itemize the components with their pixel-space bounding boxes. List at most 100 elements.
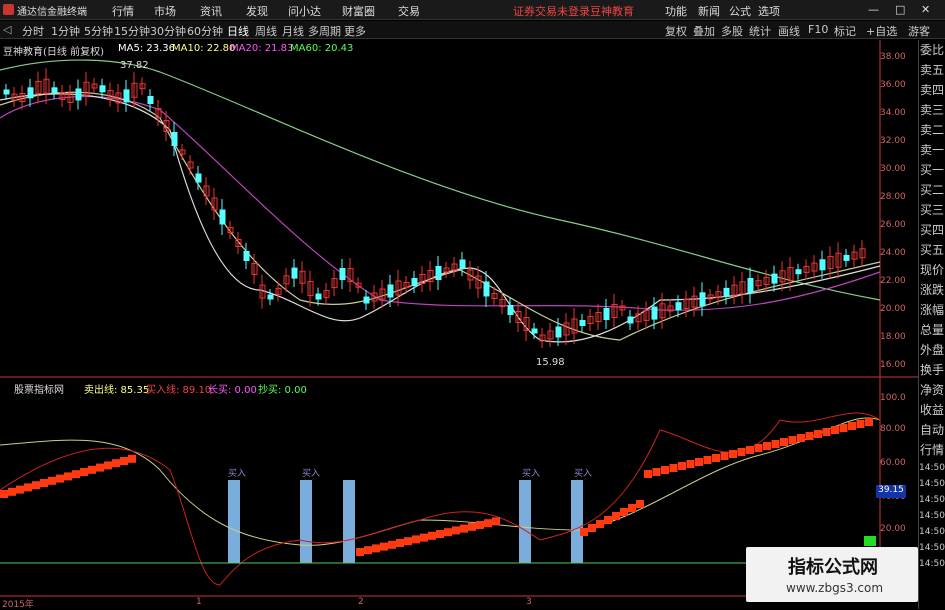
candle-body: [675, 302, 682, 311]
candle-body: [3, 89, 10, 95]
buy-line-label: 买入线: 89.10: [146, 385, 212, 396]
side-label[interactable]: 现价: [919, 260, 945, 280]
candle-body: [243, 251, 250, 261]
side-label[interactable]: 收益: [919, 400, 945, 420]
candle-body: [315, 293, 322, 300]
indicator-block: [460, 524, 468, 533]
indicator-block: [356, 548, 364, 556]
side-label[interactable]: 卖四: [919, 80, 945, 100]
indicator-block: [80, 468, 88, 476]
ma10-line: [0, 91, 881, 341]
candle-body: [843, 254, 850, 261]
indicator-block: [865, 418, 873, 426]
side-label[interactable]: 总量: [919, 320, 945, 340]
ind-tick: 80.00: [880, 424, 906, 434]
indicator-block: [492, 517, 500, 526]
buy-signal: 买入: [574, 469, 593, 479]
candle-body: [147, 96, 154, 104]
side-label[interactable]: 卖二: [919, 120, 945, 140]
time-label: 14:50: [919, 463, 945, 473]
candle-body: [819, 259, 826, 271]
indicator-block: [56, 474, 64, 483]
candle-body: [531, 328, 538, 334]
side-label[interactable]: 外盘: [919, 340, 945, 360]
time-label: 14:50: [919, 511, 945, 521]
indicator-block: [703, 456, 712, 464]
indicator-block: [404, 537, 412, 546]
date-label: 2: [358, 597, 364, 607]
indicator-block: [763, 442, 771, 450]
indicator-block: [856, 420, 865, 428]
indicator-block: [686, 460, 695, 468]
side-label[interactable]: 买三: [919, 200, 945, 220]
side-label[interactable]: 行情: [919, 440, 945, 460]
green-marker: [864, 536, 876, 546]
candle-body: [291, 267, 298, 279]
side-label[interactable]: 涨幅: [919, 300, 945, 320]
side-label[interactable]: 卖一: [919, 140, 945, 160]
side-label[interactable]: 卖三: [919, 100, 945, 120]
watermark: 指标公式网 www.zbgs3.com: [746, 547, 918, 602]
watermark-title: 指标公式网: [788, 557, 878, 578]
buy-signal-bar: [571, 480, 583, 563]
date-label: 2015年: [2, 600, 34, 610]
buy-signal: 买入: [522, 469, 541, 479]
buy-signal: 买入: [228, 469, 247, 479]
indicator-block: [24, 483, 32, 492]
indicator-block: [797, 434, 805, 442]
candle-body: [195, 173, 202, 183]
indicator-block: [604, 516, 612, 524]
indicator-block: [729, 450, 737, 458]
indicator-block: [754, 444, 763, 452]
indicator-block: [388, 540, 396, 549]
indicator-block: [814, 430, 822, 438]
side-label[interactable]: 换手: [919, 360, 945, 380]
price-tick: 34.00: [880, 108, 906, 118]
quote-side-panel: 委比 卖五 卖四 卖三 卖二 卖一 买一 买二 买三 买四 买五 现价 涨跌 涨…: [918, 40, 945, 609]
indicator-block: [661, 466, 669, 474]
indicator-block: [652, 468, 661, 476]
indicator-block: [364, 546, 372, 555]
indicator-block: [831, 426, 839, 434]
side-label[interactable]: 买四: [919, 220, 945, 240]
indicator-block: [0, 490, 8, 498]
indicator-block: [40, 479, 48, 487]
side-label[interactable]: 涨跌: [919, 280, 945, 300]
close-button[interactable]: ✕: [921, 3, 930, 16]
indicator-name[interactable]: 股票指标网: [14, 381, 64, 396]
indicator-block: [720, 452, 729, 460]
candle-body: [27, 87, 34, 99]
price-tick: 22.00: [880, 276, 906, 286]
indicator-block: [596, 520, 604, 528]
indicator-block: [48, 476, 56, 485]
indicator-block: [436, 530, 444, 538]
indicator-block: [468, 522, 476, 531]
indicator-block: [128, 454, 136, 463]
side-label[interactable]: 卖五: [919, 60, 945, 80]
price-tick: 16.00: [880, 360, 906, 370]
indicator-block: [444, 528, 452, 537]
indicator-block: [64, 472, 72, 481]
side-label[interactable]: 净资: [919, 380, 945, 400]
indicator-block: [839, 424, 848, 432]
candle-body: [267, 294, 274, 300]
side-label[interactable]: 委比: [919, 40, 945, 60]
buy-signal-bar: [228, 480, 240, 563]
indicator-value-box: 39.15: [876, 485, 906, 498]
indicator-block: [72, 470, 80, 479]
side-label[interactable]: 买二: [919, 180, 945, 200]
price-tick: 24.00: [880, 248, 906, 258]
side-label[interactable]: 买一: [919, 160, 945, 180]
indicator-block: [412, 535, 420, 544]
price-tick: 26.00: [880, 220, 906, 230]
candle-body: [99, 85, 106, 93]
side-label[interactable]: 自动: [919, 420, 945, 440]
candle-body: [51, 87, 58, 94]
indicator-block: [380, 542, 388, 551]
indicator-block: [788, 436, 797, 444]
candle-body: [123, 89, 130, 103]
side-label[interactable]: 买五: [919, 240, 945, 260]
price-tick: 30.00: [880, 164, 906, 174]
chart-canvas: [0, 40, 918, 600]
candle-body: [435, 266, 442, 280]
